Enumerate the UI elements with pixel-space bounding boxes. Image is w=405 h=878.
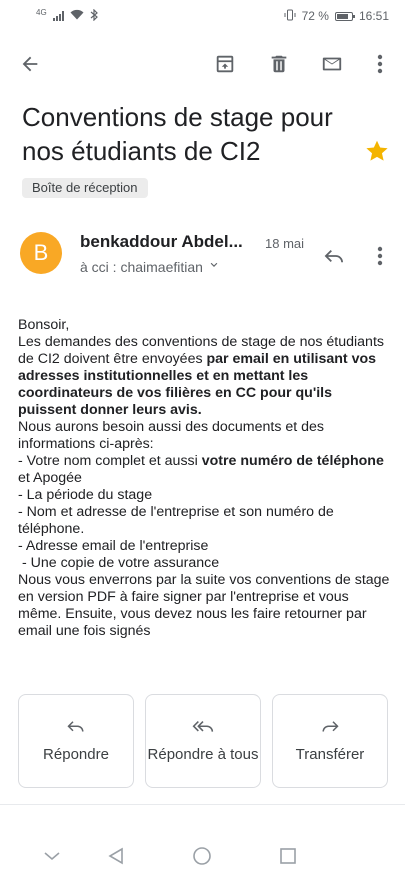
delete-icon[interactable] bbox=[259, 40, 299, 88]
body-list-item-1: - Votre nom complet et aussi votre numér… bbox=[18, 453, 390, 487]
email-body: Bonsoir, Les demandes des conventions de… bbox=[18, 317, 390, 640]
recipient-text: à cci : chaimaefitian bbox=[80, 258, 203, 275]
vibrate-icon bbox=[284, 9, 296, 24]
body-greeting: Bonsoir, bbox=[18, 317, 70, 333]
reply-all-label: Répondre à tous bbox=[147, 745, 259, 763]
network-type-label: 4G bbox=[36, 7, 47, 17]
nav-recents-icon[interactable] bbox=[270, 838, 306, 874]
status-left: 4G bbox=[36, 7, 98, 24]
status-right: 72 % 16:51 bbox=[284, 9, 389, 24]
body-paragraph-2: Nous aurons besoin aussi des documents e… bbox=[18, 419, 325, 452]
sender-name[interactable]: benkaddour Abdel... bbox=[80, 232, 260, 252]
body-list-item-4: - Adresse email de l'entreprise bbox=[18, 538, 209, 554]
reply-actions: Répondre Répondre à tous Transférer bbox=[18, 694, 388, 788]
clock: 16:51 bbox=[358, 9, 389, 23]
inbox-label-chip[interactable]: Boîte de réception bbox=[22, 178, 148, 198]
item1-end: et Apogée bbox=[18, 470, 82, 486]
mail-icon[interactable] bbox=[312, 40, 352, 88]
recipient-details[interactable]: à cci : chaimaefitian bbox=[80, 258, 221, 275]
forward-label: Transférer bbox=[295, 745, 365, 763]
wifi-icon bbox=[70, 9, 84, 23]
nav-chevron-down-icon[interactable] bbox=[34, 838, 70, 874]
nav-home-icon[interactable] bbox=[184, 838, 220, 874]
more-vert-icon[interactable] bbox=[360, 40, 400, 88]
star-icon[interactable] bbox=[364, 138, 392, 166]
system-nav-bar bbox=[0, 838, 405, 874]
body-paragraph-3: Nous vous enverrons par la suite vos con… bbox=[18, 572, 390, 639]
body-list-item-3: - Nom et adresse de l'entreprise et son … bbox=[18, 504, 334, 537]
archive-icon[interactable] bbox=[205, 40, 245, 88]
item1-bold: votre numéro de téléphone bbox=[201, 453, 384, 469]
divider bbox=[0, 804, 405, 805]
email-subject: Conventions de stage pour nos étudiants … bbox=[22, 102, 333, 166]
bluetooth-icon bbox=[90, 8, 98, 24]
signal-icon bbox=[52, 11, 64, 21]
body-paragraph-1: Les demandes des conventions de stage de… bbox=[18, 334, 390, 419]
item1-text: - Votre nom complet et aussi bbox=[18, 453, 202, 469]
back-arrow-icon[interactable] bbox=[10, 40, 50, 88]
toolbar bbox=[0, 40, 405, 88]
email-date: 18 mai bbox=[265, 236, 305, 251]
avatar[interactable]: B bbox=[20, 232, 62, 274]
reply-all-icon bbox=[192, 719, 214, 735]
body-list-item-2: - La période du stage bbox=[18, 487, 153, 503]
reply-icon[interactable] bbox=[318, 240, 350, 272]
message-more-icon[interactable] bbox=[364, 240, 396, 272]
nav-back-icon[interactable] bbox=[98, 838, 134, 874]
reply-label: Répondre bbox=[43, 745, 109, 763]
chevron-down-icon bbox=[207, 258, 221, 275]
reply-all-button[interactable]: Répondre à tous bbox=[145, 694, 261, 788]
status-bar: 4G 72 % 16:51 bbox=[0, 0, 405, 32]
battery-percent: 72 % bbox=[301, 9, 329, 23]
forward-button[interactable]: Transférer bbox=[272, 694, 388, 788]
reply-icon bbox=[67, 719, 85, 735]
body-list-item-5: - Une copie de votre assurance bbox=[18, 555, 220, 571]
reply-button[interactable]: Répondre bbox=[18, 694, 134, 788]
battery-icon bbox=[334, 11, 355, 21]
forward-icon bbox=[321, 719, 339, 735]
